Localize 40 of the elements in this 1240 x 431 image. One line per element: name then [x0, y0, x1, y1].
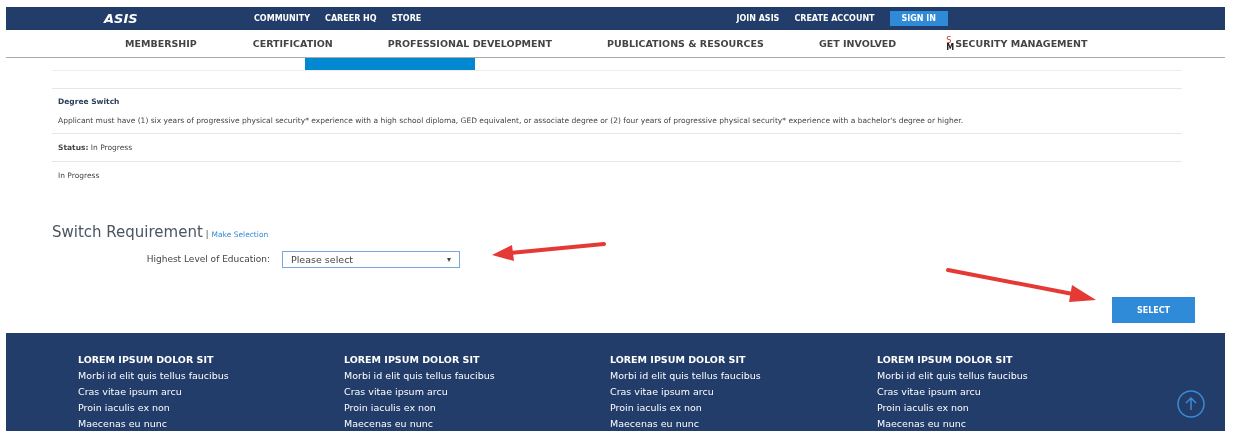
nav-item[interactable]: MEMBERSHIP: [125, 38, 197, 49]
footer-heading: LOREM IPSUM DOLOR SIT: [78, 354, 215, 365]
footer-link[interactable]: Proin iaculis ex non: [877, 400, 1143, 416]
section-heading: Switch Requirement: [52, 223, 203, 241]
account-link[interactable]: CREATE ACCOUNT: [794, 14, 875, 23]
footer-heading: LOREM IPSUM DOLOR SIT: [344, 354, 481, 365]
footer-link[interactable]: Cras vitae ipsum arcu: [78, 384, 344, 400]
footer-link[interactable]: Morbi id elit quis tellus faucibus: [78, 368, 344, 384]
brand-label: SECURITY MANAGEMENT: [955, 38, 1088, 49]
footer-heading: LOREM IPSUM DOLOR SIT: [877, 354, 1014, 365]
nav-item[interactable]: GET INVOLVED: [818, 38, 897, 49]
footer-heading: LOREM IPSUM DOLOR SIT: [610, 354, 747, 365]
divider-mark: |: [205, 230, 209, 239]
sign-in-button[interactable]: SIGN IN: [889, 11, 948, 26]
select-button[interactable]: SELECT: [1112, 297, 1195, 323]
footer-link[interactable]: Cras vitae ipsum arcu: [344, 384, 610, 400]
nav-item[interactable]: CERTIFICATION: [252, 38, 333, 49]
footer-link[interactable]: Proin iaculis ex non: [610, 400, 877, 416]
footer-link[interactable]: Proin iaculis ex non: [78, 400, 344, 416]
account-link[interactable]: JOIN ASIS: [736, 14, 780, 23]
footer-link[interactable]: Maecenas eu nunc: [610, 416, 877, 431]
top-link[interactable]: CAREER HQ: [325, 14, 377, 23]
field-label: Highest Level of Education:: [145, 255, 271, 264]
footer-link[interactable]: Morbi id elit quis tellus faucibus: [344, 368, 610, 384]
footer-link[interactable]: Maecenas eu nunc: [877, 416, 1143, 431]
logo[interactable]: ASIS: [104, 11, 254, 26]
top-link[interactable]: COMMUNITY: [254, 14, 310, 23]
footer-link[interactable]: Morbi id elit quis tellus faucibus: [877, 368, 1143, 384]
footer-link[interactable]: Maecenas eu nunc: [344, 416, 610, 431]
nav-item[interactable]: PROFESSIONAL DEVELOPMENT: [387, 38, 552, 49]
nav-item[interactable]: PUBLICATIONS & RESOURCES: [607, 38, 764, 49]
top-link[interactable]: STORE: [391, 14, 422, 23]
footer-link[interactable]: Cras vitae ipsum arcu: [877, 384, 1143, 400]
footer-link[interactable]: Proin iaculis ex non: [344, 400, 610, 416]
education-select[interactable]: Please select ▾: [282, 251, 460, 268]
brand-letters-icon: S M: [946, 36, 955, 51]
back-to-top-icon[interactable]: [1176, 389, 1206, 419]
footer-link[interactable]: Morbi id elit quis tellus faucibus: [610, 368, 877, 384]
footer-link[interactable]: Cras vitae ipsum arcu: [610, 384, 877, 400]
footer-link[interactable]: Maecenas eu nunc: [78, 416, 344, 431]
